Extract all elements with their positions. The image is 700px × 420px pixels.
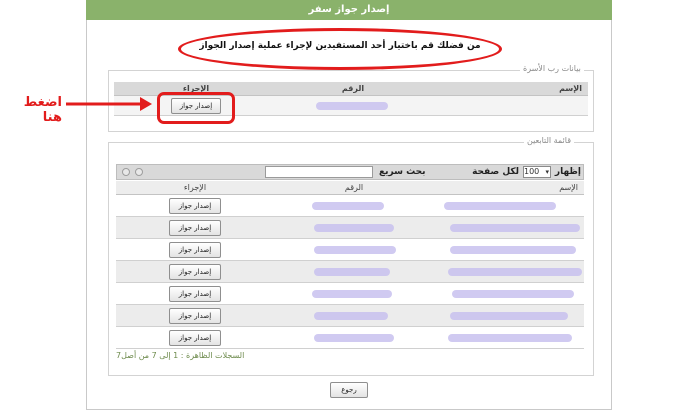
- redacted-name: [452, 290, 574, 298]
- instruction-text: من فضلك قم باختيار أحد المستفيدين لإجراء…: [199, 41, 481, 51]
- page-title: إصدار جواز سفر: [86, 0, 612, 20]
- table-row: إصدار جواز: [116, 283, 584, 305]
- number-cell: [278, 96, 428, 115]
- dependents-section-label: قائمة التابعين: [524, 136, 575, 145]
- action-cell: إصدار جواز: [116, 327, 274, 348]
- redacted-name: [444, 202, 556, 210]
- table-row: إصدار جواز: [116, 305, 584, 327]
- redacted-number: [314, 246, 396, 254]
- table-row: إصدار جواز: [116, 195, 584, 217]
- settings-circle-icon[interactable]: [122, 168, 130, 176]
- name-cell: [434, 261, 584, 282]
- redacted-name: [448, 334, 572, 342]
- button-highlight-box: [157, 92, 235, 124]
- number-cell: [274, 261, 434, 282]
- column-header-number: الرقم: [344, 183, 364, 192]
- number-cell: [274, 239, 434, 260]
- records-count-text: السجلات الظاهرة : 1 إلى 7 من أصل7: [116, 351, 245, 360]
- number-cell: [274, 195, 434, 216]
- name-cell: [434, 305, 584, 326]
- number-cell: [274, 305, 434, 326]
- redacted-number: [314, 334, 394, 342]
- table-row: إصدار جواز: [116, 327, 584, 349]
- table-row: إصدار جواز: [116, 261, 584, 283]
- redacted-number: [312, 202, 384, 210]
- redacted-name: [450, 246, 576, 254]
- redacted-name: [450, 224, 580, 232]
- back-button[interactable]: رجوع: [330, 382, 368, 398]
- page-size-value: 100: [524, 167, 540, 176]
- name-cell: [434, 283, 584, 304]
- table-toolbar: إظهار 100 ▾ لكل صفحة بحث سريع: [116, 164, 584, 180]
- table-row: إصدار جواز: [116, 217, 584, 239]
- issue-passport-button[interactable]: إصدار جواز: [169, 197, 221, 214]
- column-header-number: الرقم: [341, 84, 365, 93]
- press-here-annotation: اضغط هنا: [23, 95, 62, 125]
- action-cell: إصدار جواز: [116, 239, 274, 260]
- dependents-table: الإسم الرقم الإجراء إصدار جواز إصدار جوا…: [116, 181, 584, 349]
- show-label: إظهار: [554, 167, 581, 177]
- per-page-label: لكل صفحة: [472, 167, 519, 177]
- name-cell: [434, 327, 584, 348]
- name-cell: [434, 195, 584, 216]
- issue-passport-button[interactable]: إصدار جواز: [169, 285, 221, 302]
- chevron-down-icon: ▾: [545, 168, 549, 176]
- redacted-name: [448, 268, 582, 276]
- issue-passport-button[interactable]: إصدار جواز: [169, 263, 221, 280]
- action-cell: إصدار جواز: [116, 283, 274, 304]
- name-cell: [428, 96, 588, 115]
- issue-passport-button[interactable]: إصدار جواز: [169, 241, 221, 258]
- action-cell: إصدار جواز: [116, 195, 274, 216]
- column-header-name: الإسم: [559, 183, 578, 192]
- redacted-number: [314, 312, 388, 320]
- table-row: إصدار جواز: [116, 239, 584, 261]
- quick-search-label: بحث سريع: [379, 167, 426, 177]
- family-head-section-label: بيانات رب الأسرة: [520, 64, 584, 73]
- name-cell: [434, 239, 584, 260]
- red-arrow-icon: [66, 97, 152, 111]
- issue-passport-button[interactable]: إصدار جواز: [169, 219, 221, 236]
- refresh-circle-icon[interactable]: [135, 168, 143, 176]
- column-header-name: الإسم: [559, 84, 582, 93]
- redacted-number: [316, 102, 388, 110]
- action-cell: إصدار جواز: [116, 217, 274, 238]
- issue-passport-button[interactable]: إصدار جواز: [169, 307, 221, 324]
- redacted-number: [314, 224, 394, 232]
- name-cell: [434, 217, 584, 238]
- redacted-name: [450, 312, 568, 320]
- redacted-number: [314, 268, 390, 276]
- action-cell: إصدار جواز: [116, 261, 274, 282]
- page-size-select[interactable]: 100 ▾: [523, 166, 551, 178]
- number-cell: [274, 327, 434, 348]
- number-cell: [274, 283, 434, 304]
- number-cell: [274, 217, 434, 238]
- action-cell: إصدار جواز: [116, 305, 274, 326]
- issue-passport-button[interactable]: إصدار جواز: [169, 329, 221, 346]
- quick-search-input[interactable]: [265, 166, 373, 178]
- dependents-table-header: الإسم الرقم الإجراء: [116, 181, 584, 195]
- column-header-action: الإجراء: [183, 183, 207, 192]
- redacted-number: [312, 290, 392, 298]
